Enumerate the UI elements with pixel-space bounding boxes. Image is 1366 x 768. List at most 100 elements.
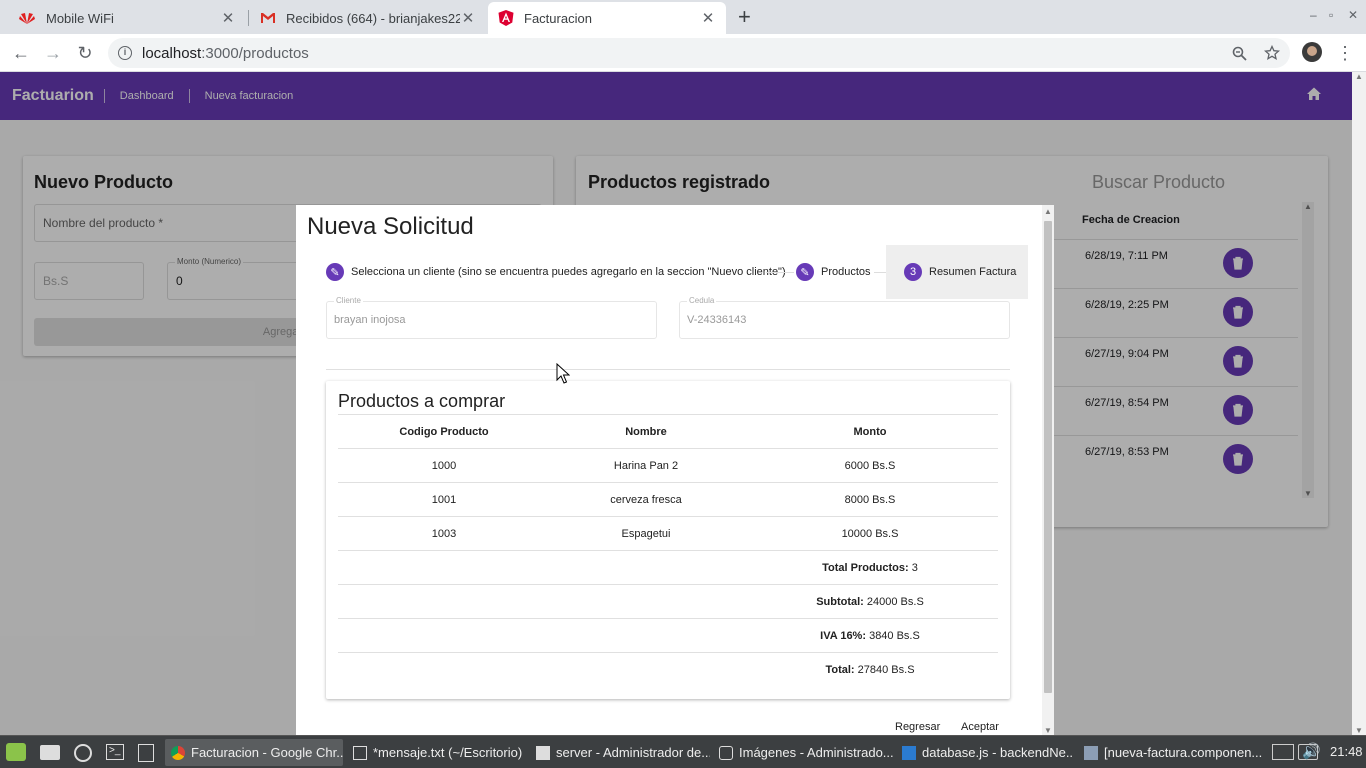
step-label: Productos	[821, 266, 871, 278]
menu-dots-icon[interactable]: ⋮	[1332, 40, 1358, 66]
minimize-icon[interactable]: –	[1310, 8, 1317, 22]
step-select-client[interactable]: ✎ Selecciona un cliente (sino se encuent…	[326, 263, 786, 281]
table-row: 1001 cerveza fresca 8000 Bs.S	[338, 482, 998, 517]
code-cell: 1000	[338, 448, 550, 483]
reload-icon[interactable]: ↻	[72, 40, 98, 66]
step-label: Resumen Factura	[929, 266, 1017, 278]
step-invoice-summary[interactable]: 3 Resumen Factura	[886, 245, 1028, 299]
step-label: Selecciona un cliente (sino se encuentra…	[351, 266, 786, 278]
close-icon[interactable]: ✕	[220, 9, 236, 27]
total-label: Total:	[825, 663, 855, 676]
total-products-row: Total Productos: 3	[338, 550, 998, 585]
tab-gmail[interactable]: Recibidos (664) - brianjakes22@ ✕	[250, 2, 486, 34]
tab-mobile-wifi[interactable]: Mobile WiFi ✕	[8, 2, 246, 34]
task-label: *mensaje.txt (~/Escritorio)	[373, 745, 523, 760]
grand-total-row: Total: 27840 Bs.S	[338, 653, 998, 687]
accept-button[interactable]: Aceptar	[961, 721, 999, 733]
amount-cell: 6000 Bs.S	[742, 448, 998, 483]
os-taskbar: >_ Facturacion - Google Chr... *mensaje.…	[0, 735, 1366, 768]
column-header: Codigo Producto	[338, 414, 550, 449]
url-path: :3000/productos	[201, 44, 309, 62]
back-icon[interactable]: ←	[8, 40, 34, 66]
angular-icon	[498, 10, 514, 26]
table-row: 1003 Espagetui 10000 Bs.S	[338, 516, 998, 551]
amount-cell: 8000 Bs.S	[742, 482, 998, 517]
huawei-icon	[19, 13, 35, 24]
chrome-icon	[171, 745, 185, 760]
step-connector	[766, 272, 794, 273]
page-scrollbar[interactable]: ▲ ▼	[1352, 72, 1366, 735]
vscode-icon	[1084, 745, 1098, 760]
window-close-icon[interactable]: ✕	[1348, 8, 1358, 22]
tab-facturacion[interactable]: Facturacion ✕	[488, 2, 726, 34]
step-products[interactable]: ✎ Productos	[796, 263, 871, 281]
forward-icon[interactable]: →	[40, 40, 66, 66]
client-field: Cliente brayan inojosa	[326, 296, 657, 339]
clock[interactable]: 21:48	[1330, 744, 1363, 759]
products-title: Productos a comprar	[338, 391, 506, 411]
zoom-icon[interactable]	[1232, 46, 1247, 61]
step-number: 3	[904, 263, 922, 281]
tab-label: Facturacion	[524, 10, 592, 26]
task-text-editor[interactable]: *mensaje.txt (~/Escritorio)	[347, 739, 527, 766]
total-label: IVA 16%:	[820, 629, 867, 642]
document-icon	[353, 745, 367, 760]
task-images[interactable]: Imágenes - Administrado...	[713, 739, 893, 766]
new-tab-button[interactable]: +	[738, 4, 751, 30]
tax-row: IVA 16%: 3840 Bs.S	[338, 618, 998, 653]
camera-icon	[719, 745, 733, 760]
volume-icon[interactable]: 🔊	[1302, 742, 1321, 760]
new-request-dialog: Nueva Solicitud ✎ Selecciona un cliente …	[296, 205, 1054, 735]
files-icon[interactable]	[40, 745, 60, 760]
firefox-icon[interactable]	[74, 744, 92, 762]
browser-toolbar: ← → ↻ i localhost:3000/productos ⋮	[0, 34, 1366, 72]
task-chrome[interactable]: Facturacion - Google Chr...	[165, 739, 343, 766]
close-icon[interactable]: ✕	[460, 9, 476, 27]
back-button[interactable]: Regresar	[895, 721, 940, 733]
edit-pencil-icon: ✎	[326, 263, 344, 281]
info-icon[interactable]: i	[118, 46, 132, 60]
total-value: 24000 Bs.S	[863, 595, 924, 608]
maximize-icon[interactable]: ▫	[1329, 8, 1333, 22]
scroll-thumb[interactable]	[1044, 221, 1052, 693]
close-icon[interactable]: ✕	[700, 9, 716, 27]
page-viewport: Factuarion Dashboard Nueva facturacion N…	[0, 72, 1352, 735]
id-field: Cedula V-24336143	[679, 296, 1010, 339]
task-file-manager[interactable]: server - Administrador de...	[530, 739, 710, 766]
task-vscode-database[interactable]: database.js - backendNe...	[896, 739, 1074, 766]
total-value: 27840 Bs.S	[854, 663, 915, 676]
client-value: brayan inojosa	[334, 314, 406, 326]
terminal-icon[interactable]: >_	[106, 744, 124, 760]
task-label: server - Administrador de...	[556, 745, 710, 760]
dialog-scrollbar[interactable]: ▲ ▼	[1042, 205, 1054, 735]
task-vscode-component[interactable]: [nueva-factura.componen...	[1078, 739, 1262, 766]
name-cell: Harina Pan 2	[550, 448, 742, 483]
address-bar[interactable]: i localhost:3000/productos	[108, 38, 1290, 68]
task-label: Facturacion - Google Chr...	[191, 745, 343, 760]
avatar[interactable]	[1302, 42, 1322, 62]
network-icon[interactable]	[1272, 744, 1294, 760]
code-cell: 1003	[338, 516, 550, 551]
divider	[326, 369, 1010, 370]
column-header: Monto	[742, 414, 998, 449]
tab-label: Recibidos (664) - brianjakes22@	[286, 10, 460, 26]
text-editor-icon[interactable]	[138, 744, 154, 762]
task-label: [nueva-factura.componen...	[1104, 745, 1262, 760]
products-summary-card: Productos a comprar Codigo Producto Nomb…	[326, 381, 1010, 699]
products-table: Codigo Producto Nombre Monto 1000 Harina…	[338, 414, 998, 687]
browser-tab-bar: Mobile WiFi ✕ Recibidos (664) - brianjak…	[0, 0, 1366, 34]
amount-cell: 10000 Bs.S	[742, 516, 998, 551]
code-cell: 1001	[338, 482, 550, 517]
subtotal-row: Subtotal: 24000 Bs.S	[338, 584, 998, 619]
total-label: Subtotal:	[816, 595, 864, 608]
bookmark-star-icon[interactable]	[1264, 45, 1280, 61]
mint-menu-icon[interactable]	[6, 743, 26, 761]
folder-icon	[536, 745, 550, 760]
client-label: Cliente	[334, 296, 363, 305]
url-host: localhost	[142, 44, 202, 62]
id-label: Cedula	[687, 296, 717, 305]
table-header-row: Codigo Producto Nombre Monto	[338, 414, 998, 449]
dialog-title: Nueva Solicitud	[307, 213, 474, 240]
edit-pencil-icon: ✎	[796, 263, 814, 281]
gmail-icon	[261, 13, 275, 23]
